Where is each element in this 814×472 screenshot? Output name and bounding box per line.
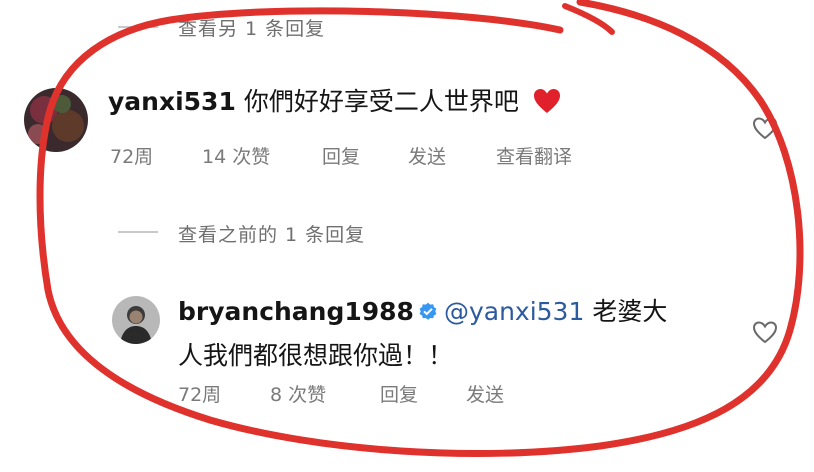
comment-actions: 72周 8 次赞 回复 发送: [178, 380, 504, 407]
username[interactable]: yanxi531: [108, 87, 236, 116]
verified-badge-icon: [419, 302, 437, 320]
translate-button[interactable]: 查看翻译: [496, 142, 572, 169]
likes-count[interactable]: 8 次赞: [270, 380, 380, 407]
thread-line: [118, 26, 158, 28]
comment-time: 72周: [110, 146, 154, 168]
heart-icon[interactable]: [752, 116, 778, 140]
comment-text: bryanchang1988 @yanxi531 老婆大 人我們都很想跟你過！！: [178, 290, 667, 378]
heart-emoji-icon: [533, 89, 560, 113]
comment-time: 72周: [178, 384, 222, 406]
view-previous-replies-link[interactable]: 查看之前的 1 条回复: [178, 220, 365, 247]
heart-icon[interactable]: [752, 320, 778, 344]
avatar[interactable]: [112, 296, 160, 344]
send-button[interactable]: 发送: [466, 380, 504, 407]
comment-body: 你們好好享受二人世界吧: [243, 87, 519, 116]
mention-link[interactable]: @yanxi531: [444, 297, 584, 326]
reply-button[interactable]: 回复: [380, 380, 466, 407]
thread-line: [118, 231, 158, 233]
comment-body-line1: 老婆大: [592, 297, 668, 326]
view-more-replies-link[interactable]: 查看另 1 条回复: [178, 14, 325, 41]
reply-button[interactable]: 回复: [322, 142, 408, 169]
comment-text: yanxi531 你們好好享受二人世界吧: [108, 80, 561, 124]
username[interactable]: bryanchang1988: [178, 297, 414, 326]
comment-body-line2: 人我們都很想跟你過！！: [178, 341, 454, 370]
comment-actions: 72周 14 次赞 回复 发送 查看翻译: [110, 142, 572, 169]
likes-count[interactable]: 14 次赞: [202, 142, 322, 169]
send-button[interactable]: 发送: [408, 142, 496, 169]
avatar[interactable]: [24, 88, 88, 152]
